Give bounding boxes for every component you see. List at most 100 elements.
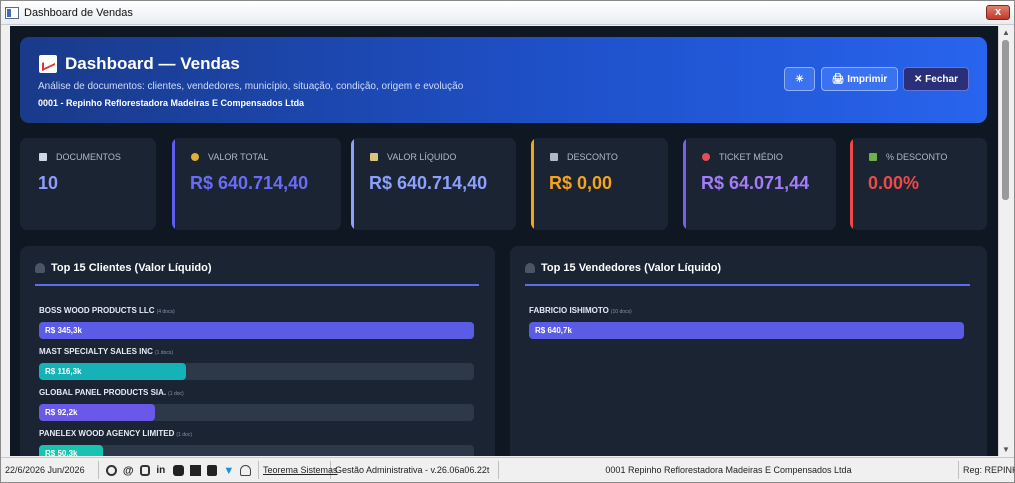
- status-social-icons: @ in ▼: [99, 461, 259, 479]
- bar-row: MAST SPECIALTY SALES INC (1 docs) R$ 116,3…: [39, 347, 474, 381]
- youtube-icon[interactable]: [173, 464, 184, 476]
- tag-icon: [550, 153, 558, 161]
- kpi-accent: [351, 138, 354, 230]
- kpi-accent: [683, 138, 686, 230]
- bar-row-label: MAST SPECIALTY SALES INC (1 docs): [39, 347, 474, 356]
- close-dashboard-button[interactable]: ✕ Fechar: [903, 67, 969, 91]
- vendedores-panel: Top 15 Vendedores (Valor Líquido) FABRIC…: [510, 246, 987, 456]
- kpi-card-valor-total: VALOR TOTAL R$ 640.714,40: [172, 138, 341, 230]
- bar-track: R$ 50,3k: [39, 445, 474, 456]
- person-icon: [525, 263, 535, 273]
- kpi-label: DESCONTO: [550, 152, 618, 162]
- kpi-card-valor-liquido: VALOR LÍQUIDO R$ 640.714,40: [351, 138, 516, 230]
- status-company: 0001 Repinho Reflorestadora Madeiras E C…: [499, 461, 959, 479]
- page-title: Dashboard — Vendas: [39, 54, 240, 74]
- vendedores-panel-title-text: Top 15 Vendedores (Valor Líquido): [541, 262, 722, 274]
- bar-fill: R$ 50,3k: [39, 445, 103, 456]
- kpi-label-text: DESCONTO: [567, 152, 618, 162]
- bar-row-doc-count: (10 docs): [610, 309, 632, 315]
- kpi-label-text: VALOR LÍQUIDO: [387, 152, 457, 162]
- dashboard-content: Dashboard — Vendas Análise de documentos…: [10, 26, 998, 456]
- headset-icon[interactable]: [106, 464, 117, 476]
- kpi-accent: [850, 138, 853, 230]
- clientes-panel-title: Top 15 Clientes (Valor Líquido): [35, 262, 212, 274]
- print-button[interactable]: 🖨 Imprimir: [821, 67, 898, 91]
- window-close-button[interactable]: x: [986, 5, 1010, 20]
- teorema-link[interactable]: Teorema Sistemas: [259, 461, 338, 479]
- bar-row: FABRICIO ISHIMOTO (10 docs) R$ 640,7k: [529, 306, 964, 340]
- clientes-panel: Top 15 Clientes (Valor Líquido) BOSS WOO…: [20, 246, 495, 456]
- panel-divider: [35, 284, 479, 286]
- bar-row-label: FABRICIO ISHIMOTO (10 docs): [529, 306, 964, 315]
- scroll-down-icon[interactable]: ▼: [1002, 445, 1010, 454]
- bar-row-label: BOSS WOOD PRODUCTS LLC (4 docs): [39, 306, 474, 315]
- scrollbar-thumb[interactable]: [1002, 40, 1009, 200]
- title-bar[interactable]: Dashboard de Vendas x: [1, 1, 1014, 25]
- kpi-value: 10: [38, 173, 59, 193]
- bar-track: R$ 640,7k: [529, 322, 964, 339]
- kpi-card-percent-desconto: % DESCONTO 0.00%: [850, 138, 987, 230]
- bar-fill: R$ 92,2k: [39, 404, 155, 421]
- x-icon[interactable]: [189, 464, 201, 476]
- kpi-card-ticket-medio: TICKET MÉDIO R$ 64.071,44: [683, 138, 836, 230]
- window-title: Dashboard de Vendas: [24, 6, 133, 19]
- instagram-icon[interactable]: [139, 464, 151, 476]
- kpi-label: VALOR LÍQUIDO: [370, 152, 456, 162]
- kpi-accent: [172, 138, 175, 230]
- page-subtitle: Análise de documentos: clientes, vendedo…: [38, 81, 464, 92]
- panel-divider: [525, 284, 970, 286]
- kpi-card-desconto: DESCONTO R$ 0,00: [531, 138, 668, 230]
- email-icon[interactable]: @: [123, 465, 134, 477]
- filter-icon[interactable]: ▼: [223, 465, 234, 477]
- kpi-value: 0.00%: [868, 173, 920, 193]
- facebook-icon[interactable]: [206, 464, 218, 476]
- bar-row-name: GLOBAL PANEL PRODUCTS SIA.: [39, 388, 167, 397]
- dashboard-header: Dashboard — Vendas Análise de documentos…: [20, 37, 987, 123]
- status-date: 22/6/2026 Jun/2026: [1, 461, 99, 479]
- app-icon: [5, 6, 19, 19]
- page-title-text: Dashboard — Vendas: [65, 54, 240, 73]
- vertical-scrollbar[interactable]: ▲ ▼: [998, 26, 1012, 456]
- status-system-version: Gestão Administrativa - v.26.06a06.22t: [331, 461, 499, 479]
- kpi-value: R$ 640.714,40: [369, 173, 488, 193]
- bar-row-name: PANELEX WOOD AGENCY LIMITED: [39, 429, 175, 438]
- bar-row-label: GLOBAL PANEL PRODUCTS SIA. (1 doc): [39, 388, 474, 397]
- bar-row-name: MAST SPECIALTY SALES INC: [39, 347, 153, 356]
- kpi-value: R$ 0,00: [549, 173, 613, 193]
- bar-row: BOSS WOOD PRODUCTS LLC (4 docs) R$ 345,3k: [39, 306, 474, 340]
- bar-row-doc-count: (4 docs): [156, 309, 175, 315]
- teorema-logo-icon: [240, 464, 251, 476]
- person-icon: [35, 263, 45, 273]
- bar-row: GLOBAL PANEL PRODUCTS SIA. (1 doc) R$ 92,2…: [39, 388, 474, 422]
- bar-row-doc-count: (1 doc): [168, 391, 184, 397]
- scroll-up-icon[interactable]: ▲: [1002, 28, 1010, 37]
- company-name: 0001 - Repinho Reflorestadora Madeiras E…: [38, 98, 305, 108]
- document-icon: [39, 153, 47, 161]
- bar-track: R$ 345,3k: [39, 322, 474, 339]
- bar-row-doc-count: (1 docs): [154, 350, 173, 356]
- bar-row-doc-count: (1 doc): [176, 432, 192, 438]
- kpi-label: TICKET MÉDIO: [702, 152, 783, 162]
- bar-row: PANELEX WOOD AGENCY LIMITED (1 doc) R$ 50,…: [39, 429, 474, 456]
- money-bag-icon: [191, 153, 199, 161]
- kpi-label: % DESCONTO: [869, 152, 947, 162]
- clientes-panel-title-text: Top 15 Clientes (Valor Líquido): [51, 262, 212, 274]
- app-window: Dashboard de Vendas x Dashboard — Vendas…: [0, 0, 1015, 483]
- kpi-label-text: TICKET MÉDIO: [719, 152, 783, 162]
- bar-row-label: PANELEX WOOD AGENCY LIMITED (1 doc): [39, 429, 474, 438]
- kpi-label-text: VALOR TOTAL: [208, 152, 269, 162]
- bar-track: R$ 92,2k: [39, 404, 474, 421]
- kpi-label-text: % DESCONTO: [886, 152, 948, 162]
- linkedin-icon[interactable]: in: [156, 465, 167, 476]
- kpi-label: VALOR TOTAL: [191, 152, 268, 162]
- bar-fill: R$ 345,3k: [39, 322, 474, 339]
- status-reg: Reg: REPINH: [963, 465, 1015, 475]
- chart-emoji-icon: [39, 55, 57, 73]
- kpi-accent: [531, 138, 534, 230]
- kpi-label-text: DOCUMENTOS: [56, 152, 121, 162]
- theme-toggle-button[interactable]: ☀: [784, 67, 815, 91]
- bar-chart-icon: [869, 153, 877, 161]
- bar-track: R$ 116,3k: [39, 363, 474, 380]
- kpi-value: R$ 640.714,40: [190, 173, 309, 193]
- status-bar: 22/6/2026 Jun/2026 @ in ▼ Teorema Sistem…: [1, 457, 1015, 482]
